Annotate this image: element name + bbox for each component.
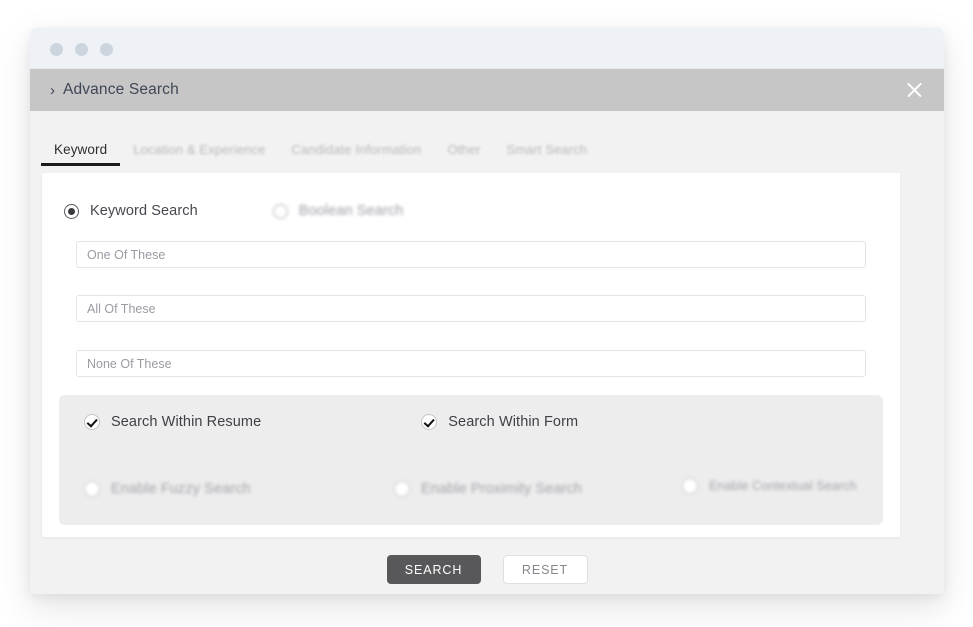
modal-title-bar: › Advance Search <box>30 69 944 111</box>
keyword-panel: Keyword Search Boolean Search One Of The… <box>42 173 900 537</box>
action-button-row: SEARCH RESET <box>30 555 944 584</box>
modal-body: Keyword Location & Experience Candidate … <box>30 111 944 594</box>
checkbox-search-within-form[interactable]: Search Within Form <box>421 414 578 430</box>
none-of-these-input[interactable] <box>76 350 866 377</box>
modal-title: Advance Search <box>63 81 179 98</box>
search-scope-checkbox-group: Search Within Resume Search Within Form <box>84 414 858 430</box>
all-of-these-input[interactable] <box>76 295 866 322</box>
checkbox-search-within-form-label: Search Within Form <box>448 414 579 430</box>
radio-boolean-search-label: Boolean Search <box>298 203 404 219</box>
checkbox-search-within-resume-indicator <box>84 414 100 430</box>
window-chrome-bar <box>30 28 944 69</box>
radio-boolean-search[interactable]: Boolean Search <box>272 203 404 219</box>
window-dot-maximize[interactable] <box>100 43 113 56</box>
radio-keyword-search-indicator <box>64 203 79 219</box>
radio-enable-fuzzy-search-indicator <box>84 481 100 497</box>
app-window: › Advance Search Keyword Location & Expe… <box>30 28 944 594</box>
radio-keyword-search-label: Keyword Search <box>90 203 198 219</box>
radio-enable-contextual-search-indicator <box>682 478 698 494</box>
radio-enable-proximity-search-indicator <box>394 481 410 497</box>
tab-keyword[interactable]: Keyword <box>41 142 121 166</box>
search-button[interactable]: SEARCH <box>386 555 481 584</box>
close-icon[interactable] <box>904 80 924 100</box>
tab-location-experience[interactable]: Location & Experience <box>120 142 278 166</box>
radio-keyword-search[interactable]: Keyword Search <box>64 203 198 219</box>
one-of-these-input[interactable] <box>76 241 866 268</box>
search-mode-radio-group: Keyword Search Boolean Search <box>64 203 403 219</box>
tab-candidate-information[interactable]: Candidate Information <box>278 142 434 166</box>
radio-enable-contextual-search-label: Enable Contextual Search <box>709 479 857 493</box>
radio-enable-proximity-search[interactable]: Enable Proximity Search <box>394 481 582 497</box>
radio-enable-proximity-search-label: Enable Proximity Search <box>421 481 583 497</box>
tab-smart-search[interactable]: Smart Search <box>493 142 600 166</box>
radio-boolean-search-indicator <box>272 203 288 219</box>
checkbox-search-within-resume[interactable]: Search Within Resume <box>84 414 261 430</box>
reset-button[interactable]: RESET <box>502 555 588 584</box>
checkbox-search-within-form-indicator <box>421 414 438 430</box>
window-dot-close[interactable] <box>50 43 63 56</box>
tab-bar: Keyword Location & Experience Candidate … <box>41 142 600 174</box>
checkbox-search-within-resume-label: Search Within Resume <box>111 414 262 430</box>
radio-enable-contextual-search[interactable]: Enable Contextual Search <box>682 478 857 494</box>
modal-title-group: › Advance Search <box>50 69 179 111</box>
window-dot-minimize[interactable] <box>75 43 88 56</box>
radio-enable-fuzzy-search-label: Enable Fuzzy Search <box>111 481 251 497</box>
search-options-panel: Search Within Resume Search Within Form … <box>59 395 883 525</box>
screen: › Advance Search Keyword Location & Expe… <box>0 0 973 627</box>
radio-enable-fuzzy-search[interactable]: Enable Fuzzy Search <box>84 481 251 497</box>
chevron-right-icon: › <box>50 81 55 99</box>
tab-other[interactable]: Other <box>434 142 493 166</box>
